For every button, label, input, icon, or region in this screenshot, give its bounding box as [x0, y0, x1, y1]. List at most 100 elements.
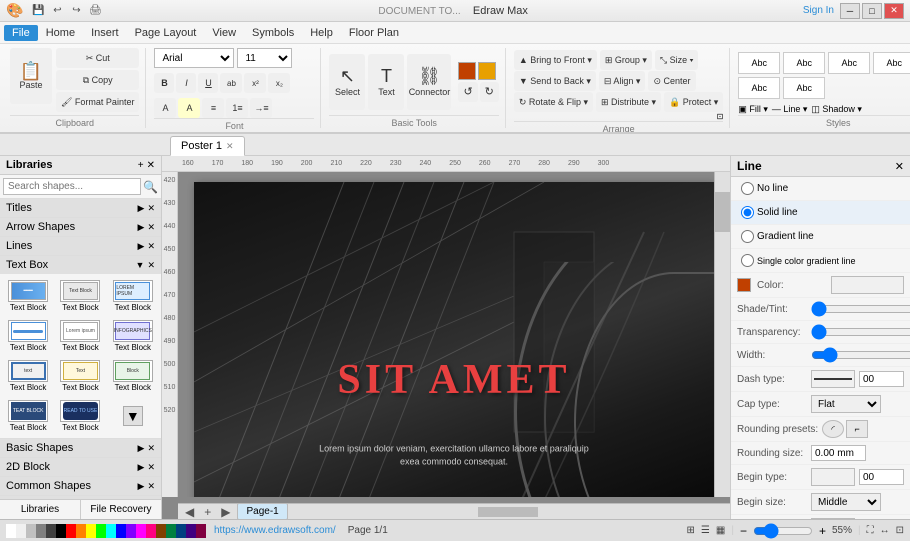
page-nav-next[interactable]: + [201, 505, 214, 519]
shape-item-textblock-2b[interactable]: Lorem ipsum Text Block [55, 317, 105, 355]
doc-tab-close[interactable]: ✕ [226, 141, 234, 152]
copy-btn[interactable]: ⧉ Copy [56, 70, 139, 90]
group-btn[interactable]: ⊞ Group ▾ [600, 50, 652, 70]
minimize-btn[interactable]: ─ [840, 3, 860, 19]
sidebar-section-2d-block-header[interactable]: 2D Block ▶ ✕ [0, 458, 161, 476]
2d-block-close-icon[interactable]: ✕ [147, 462, 155, 473]
paste-btn[interactable]: 📋 Paste [10, 48, 52, 104]
sidebar-section-titles-header[interactable]: Titles ▶ ✕ [0, 199, 161, 217]
shape-item-textblock-1b[interactable]: Text Block Text Block [55, 277, 105, 315]
style-preview-6[interactable]: Abc [783, 77, 825, 99]
list-btn[interactable]: ≡ [202, 98, 224, 118]
end-type-select[interactable] [811, 518, 855, 519]
swatch-yellow[interactable] [86, 524, 96, 538]
redo-btn[interactable]: ↪ [68, 3, 84, 19]
shade-tint-slider[interactable] [811, 304, 910, 314]
basic-shapes-close-icon[interactable]: ✕ [147, 443, 155, 454]
no-line-option[interactable]: No line [737, 180, 904, 197]
page-nav-dots[interactable]: ▶ [218, 505, 233, 519]
format-painter-btn[interactable]: 🖌 Format Painter [56, 92, 139, 112]
style-preview-1[interactable]: Abc [738, 52, 780, 74]
sign-in-link[interactable]: Sign In [803, 5, 834, 16]
menu-file[interactable]: File [4, 25, 38, 41]
style-preview-2[interactable]: Abc [783, 52, 825, 74]
bold-btn[interactable]: B [154, 73, 174, 93]
common-shapes-close-icon[interactable]: ✕ [147, 481, 155, 492]
cap-type-select[interactable]: Flat Round Square [811, 395, 881, 413]
print-btn[interactable]: 🖨 [87, 3, 103, 19]
menu-view[interactable]: View [204, 25, 244, 41]
menu-symbols[interactable]: Symbols [244, 25, 302, 41]
zoom-slider[interactable] [753, 523, 813, 539]
begin-size-select[interactable]: Middle Small Large [811, 493, 881, 511]
menu-insert[interactable]: Insert [83, 25, 127, 41]
line-panel-close-btn[interactable]: ✕ [895, 160, 904, 173]
shape-item-textblock-2a[interactable]: Text Block [3, 317, 53, 355]
zoom-out-btn[interactable]: − [740, 524, 747, 538]
menu-help[interactable]: Help [302, 25, 341, 41]
sidebar-tab-file-recovery[interactable]: File Recovery [81, 500, 161, 519]
style-preview-4[interactable]: Abc [873, 52, 910, 74]
size-btn[interactable]: ⤡ Size ▾ [655, 50, 699, 70]
style-preview-3[interactable]: Abc [828, 52, 870, 74]
font-family-select[interactable]: Arial [154, 48, 234, 68]
shape-item-textblock-4b[interactable]: READ TO USE Text Block [55, 397, 105, 435]
dash-type-input[interactable] [859, 371, 904, 387]
begin-type-select[interactable] [811, 468, 855, 486]
swatch-darkgray[interactable] [36, 524, 46, 538]
sidebar-search-input[interactable] [3, 178, 141, 195]
swatch-cyan[interactable] [106, 524, 116, 538]
rounding-preset-2[interactable]: ⌐ [846, 420, 868, 438]
underline-btn[interactable]: U [198, 73, 218, 93]
center-btn[interactable]: ⊙ Center [648, 71, 695, 91]
strikethrough-btn[interactable]: ab [220, 73, 242, 93]
gradient-line-option[interactable]: Gradient line [737, 228, 904, 245]
shape-item-textblock-2c[interactable]: INFOGRAPHICS Text Block [108, 317, 158, 355]
color-red-swatch[interactable] [458, 62, 476, 80]
swatch-red[interactable] [66, 524, 76, 538]
doc-tab-poster1[interactable]: Poster 1 ✕ [170, 136, 245, 156]
swatch-darkgreen[interactable] [166, 524, 176, 538]
titles-close-icon[interactable]: ✕ [147, 203, 155, 214]
canvas-scrollbar-vertical[interactable] [714, 172, 730, 497]
italic-btn[interactable]: I [176, 73, 196, 93]
rotate-left-btn[interactable]: ↺ [458, 82, 477, 102]
swatch-orange[interactable] [76, 524, 86, 538]
line-label[interactable]: — Line ▾ [772, 104, 808, 115]
view-icon-list[interactable]: ☰ [701, 525, 710, 536]
sidebar-section-arrows-header[interactable]: Arrow Shapes ▶ ✕ [0, 218, 161, 236]
menu-page-layout[interactable]: Page Layout [127, 25, 205, 41]
page-tab-1[interactable]: Page-1 [237, 503, 287, 519]
swatch-gray[interactable] [26, 524, 36, 538]
save-btn[interactable]: 💾 [30, 3, 46, 19]
font-highlight-btn[interactable]: A [178, 98, 200, 118]
swatch-darkpink[interactable] [196, 524, 206, 538]
increase-indent-btn[interactable]: →≡ [250, 98, 272, 118]
subscript-btn[interactable]: x₂ [268, 73, 290, 93]
fit-page-icon[interactable]: ⛶ [867, 525, 874, 536]
arrange-expand-btn[interactable]: ⊡ [717, 112, 724, 121]
shape-item-textblock-3a[interactable]: text Text Block [3, 357, 53, 395]
maximize-btn[interactable]: □ [862, 3, 882, 19]
sidebar-section-textbox-header[interactable]: Text Box ▼ ✕ [0, 256, 161, 274]
shape-item-textblock-4c[interactable]: ▼ [108, 397, 158, 435]
swatch-white[interactable] [6, 524, 16, 538]
page-nav-prev[interactable]: ◀ [182, 505, 197, 519]
shape-item-textblock-3c[interactable]: Block Text Block [108, 357, 158, 395]
superscript-btn[interactable]: x² [244, 73, 266, 93]
sidebar-close-btn[interactable]: ✕ [147, 160, 155, 171]
textbox-close-icon[interactable]: ✕ [147, 260, 155, 271]
send-to-back-btn[interactable]: ▼ Send to Back ▾ [514, 71, 596, 91]
rounding-size-input[interactable] [811, 445, 866, 461]
width-slider[interactable] [811, 350, 910, 360]
solid-line-option[interactable]: Solid line [737, 204, 904, 221]
sidebar-tab-libraries[interactable]: Libraries [0, 500, 81, 519]
numberedlist-btn[interactable]: 1≡ [226, 98, 248, 118]
font-color-btn[interactable]: A [154, 98, 176, 118]
zoom-in-btn[interactable]: + [819, 524, 826, 538]
menu-home[interactable]: Home [38, 25, 83, 41]
swatch-green[interactable] [96, 524, 106, 538]
sidebar-section-basic-shapes-header[interactable]: Basic Shapes ▶ ✕ [0, 439, 161, 457]
rotate-right-btn[interactable]: ↻ [480, 82, 499, 102]
actual-size-icon[interactable]: ⊡ [896, 525, 904, 536]
